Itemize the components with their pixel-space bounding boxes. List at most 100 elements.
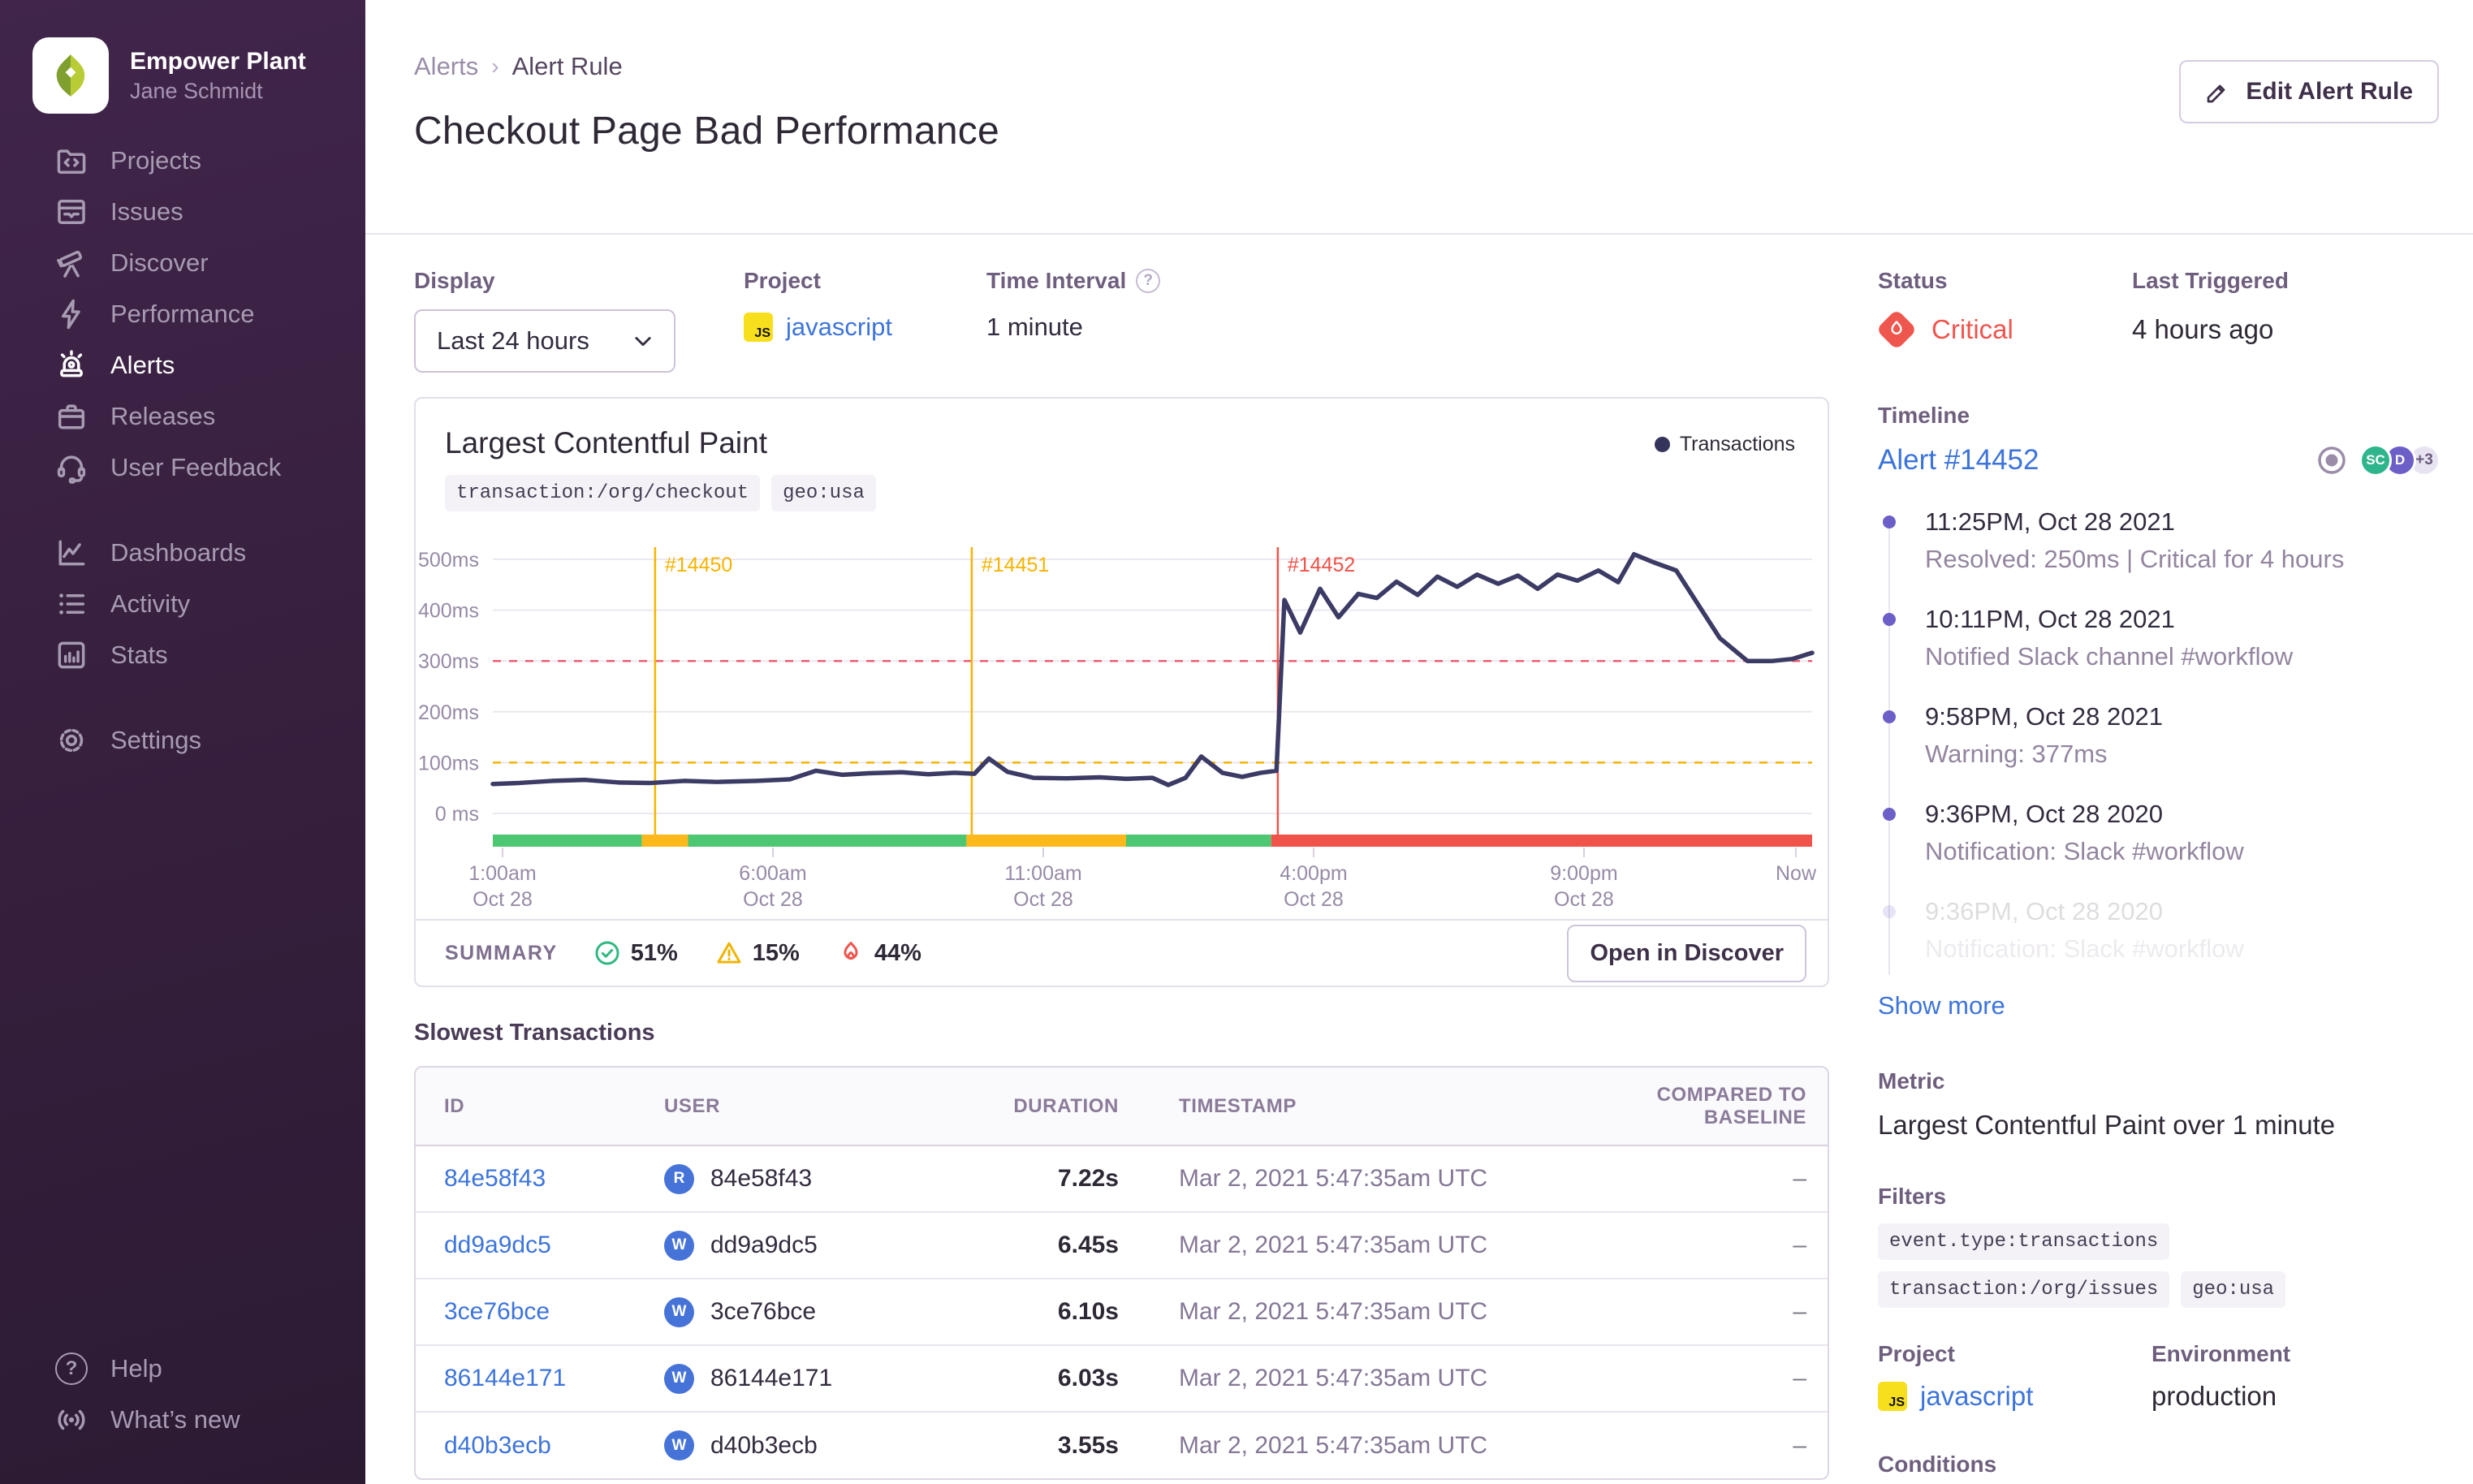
breadcrumb-alerts[interactable]: Alerts (414, 52, 478, 81)
display-control: Display Last 24 hours (414, 267, 744, 373)
user-avatar: W (664, 1230, 694, 1261)
interval-control: Time Interval ? 1 minute (986, 267, 1161, 373)
critical-status-icon (1878, 311, 1915, 348)
metric-section: Metric Largest Contentful Paint over 1 m… (1878, 1068, 2441, 1142)
sidebar-item-discover[interactable]: Discover (0, 237, 365, 288)
timeline-dot-icon (1883, 516, 1896, 528)
svg-text:200ms: 200ms (418, 701, 479, 724)
sidebar-item-label: Help (110, 1353, 162, 1383)
user-name: d40b3ecb (710, 1431, 818, 1459)
project-block: Project JS javascript (1878, 1340, 2151, 1412)
sidebar-item-activity[interactable]: Activity (0, 578, 365, 629)
status-label: Status (1878, 268, 1948, 293)
duration-cell: 6.10s (1057, 1298, 1119, 1325)
event-desc: Warning: 377ms (1925, 740, 2108, 768)
svg-text:9:00pm: 9:00pm (1550, 862, 1617, 885)
svg-text:400ms: 400ms (418, 600, 479, 623)
help-icon: ? (55, 1352, 88, 1385)
alert-link[interactable]: Alert #14452 (1878, 444, 2039, 477)
chart-legend[interactable]: Transactions (1654, 433, 1795, 456)
status-block: Status Critical (1878, 267, 2132, 348)
lcp-line-chart[interactable]: 0 ms 100ms 200ms 300ms 400ms 500ms #14450 #1445… (416, 541, 1831, 922)
transaction-id-link[interactable]: d40b3ecb (444, 1432, 551, 1459)
transaction-id-link[interactable]: 3ce76bce (444, 1298, 550, 1325)
legend-label: Transactions (1679, 433, 1795, 455)
sidebar-item-label: Activity (110, 589, 191, 618)
sidebar-item-performance[interactable]: Performance (0, 288, 365, 339)
chevron-down-icon (635, 337, 651, 347)
timeline-event: 9:58PM, Oct 28 2021 Warning: 377ms (1878, 701, 2441, 770)
pencil-icon (2208, 84, 2225, 103)
timestamp-cell: Mar 2, 2021 5:47:35am UTC (1179, 1365, 1488, 1391)
svg-text:Oct 28: Oct 28 (473, 888, 533, 911)
timestamp-cell: Mar 2, 2021 5:47:35am UTC (1179, 1431, 1488, 1459)
sidebar-item-label: Dashboards (110, 537, 247, 567)
timeline-event: 10:11PM, Oct 28 2021 Notified Slack chan… (1878, 603, 2441, 673)
summary-label: SUMMARY (445, 941, 558, 964)
filters-section: Filters event.type:transactions transact… (1878, 1183, 2441, 1308)
transaction-id-link[interactable]: 84e58f43 (444, 1165, 546, 1192)
org-switcher[interactable]: Empower Plant Jane Schmidt (0, 0, 365, 114)
dashboards-icon (58, 540, 85, 565)
edit-alert-rule-button[interactable]: Edit Alert Rule (2179, 60, 2439, 123)
user-name: 86144e171 (710, 1365, 833, 1391)
sidebar-item-projects[interactable]: Projects (0, 135, 365, 186)
table-row: d40b3ecb Wd40b3ecb 3.55s Mar 2, 2021 5:47:3… (416, 1412, 1828, 1478)
chart-summary-footer: SUMMARY 51% 15% 44% Open in Discover (416, 919, 1828, 986)
user-name: 84e58f43 (710, 1165, 813, 1192)
settings-gear-icon (59, 728, 84, 752)
duration-cell: 6.45s (1057, 1232, 1119, 1258)
status-row: Status Critical Last Triggered 4 hours a… (1878, 267, 2441, 348)
user-name: 3ce76bce (710, 1298, 817, 1325)
sidebar-item-label: Releases (110, 401, 216, 430)
event-date: 9:36PM, Oct 28 2020 (1925, 800, 2163, 828)
legend-dot-icon (1654, 437, 1670, 452)
issues-icon (58, 199, 85, 224)
table-row: 86144e171 W 86144e171 6.03s Mar 2, 2021 5:47… (416, 1345, 1828, 1412)
sidebar-item-label: Projects (110, 145, 201, 175)
timeline-section: Timeline Alert #14452 SC D +3 11:25PM, O… (1878, 402, 2441, 1020)
sidebar-item-alerts[interactable]: Alerts (0, 339, 365, 390)
sidebar-item-dashboards[interactable]: Dashboards (0, 527, 365, 578)
svg-text:4:00pm: 4:00pm (1280, 862, 1347, 885)
controls-row: Display Last 24 hours Project JS javascr… (414, 267, 1829, 373)
activity-icon (59, 593, 85, 615)
sidebar-item-help[interactable]: ? Help (0, 1343, 365, 1394)
subscribe-ring-icon[interactable] (2315, 444, 2348, 477)
chevron-right-icon: › (491, 54, 499, 79)
sidebar-item-settings[interactable]: Settings (0, 714, 365, 766)
display-dropdown[interactable]: Last 24 hours (414, 309, 675, 373)
duration-cell: 6.03s (1057, 1365, 1119, 1391)
event-desc: Notification: Slack #workflow (1925, 837, 2244, 865)
question-circle-icon[interactable]: ? (1136, 269, 1161, 293)
event-desc: Notification: Slack #workflow (1925, 934, 2244, 963)
open-in-discover-button[interactable]: Open in Discover (1567, 924, 1806, 982)
check-circle-icon (595, 941, 619, 965)
show-more-link[interactable]: Show more (1878, 991, 2005, 1020)
avatar[interactable]: SC (2359, 444, 2392, 477)
timeline-events: 11:25PM, Oct 28 2021 Resolved: 250ms | C… (1878, 506, 2441, 1020)
alerts-icon (60, 349, 83, 377)
conditions-section: Conditions Critical above 300ms Slack #w… (1878, 1451, 2441, 1484)
environment-block: Environment production (2151, 1340, 2290, 1412)
svg-text:Oct 28: Oct 28 (1554, 888, 1614, 911)
sidebar-item-whats-new[interactable]: What’s new (0, 1394, 365, 1445)
project-label: Project (1878, 1341, 1955, 1366)
transaction-id-link[interactable]: 86144e171 (444, 1365, 566, 1391)
chart-title: Largest Contentful Paint (445, 426, 767, 459)
transaction-id-link[interactable]: dd9a9dc5 (444, 1232, 551, 1258)
project-link[interactable]: javascript (1920, 1381, 2033, 1412)
metric-label: Metric (1878, 1068, 1945, 1094)
sidebar-item-issues[interactable]: Issues (0, 186, 365, 237)
chart-filter-tags: transaction:/org/checkout geo:usa (416, 460, 1828, 511)
event-desc: Resolved: 250ms | Critical for 4 hours (1925, 545, 2345, 573)
sidebar-footer: ? Help What’s new (0, 1343, 365, 1445)
sidebar-item-stats[interactable]: Stats (0, 629, 365, 680)
javascript-platform-icon: JS (744, 313, 773, 342)
baseline-cell: – (1793, 1298, 1806, 1325)
sidebar-item-user-feedback[interactable]: User Feedback (0, 442, 365, 493)
svg-text:Now: Now (1776, 862, 1817, 885)
sidebar-item-releases[interactable]: Releases (0, 390, 365, 442)
sidebar-item-label: Discover (110, 248, 209, 277)
project-link[interactable]: javascript (786, 313, 892, 342)
